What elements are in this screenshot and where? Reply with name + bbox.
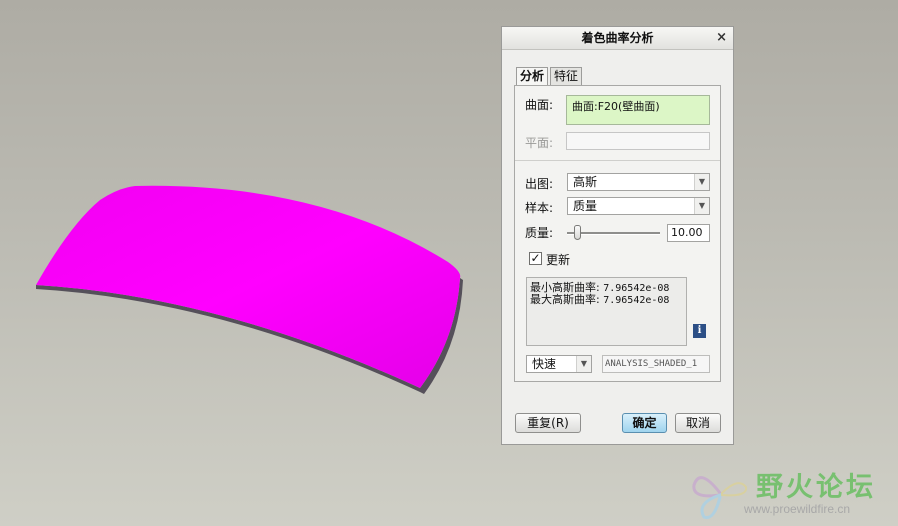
sample-select[interactable]: 质量 ▼ <box>567 197 710 215</box>
watermark-url: www.proewildfire.cn <box>744 502 851 516</box>
watermark: 野火论坛 www.proewildfire.cn <box>686 459 898 526</box>
tab-feature[interactable]: 特征 <box>550 67 583 85</box>
analysis-panel: 曲面: 曲面:F20(壁曲面) 平面: 出图: 高斯 ▼ 样本: 质量 ▼ 质量… <box>514 85 721 382</box>
shaded-curvature-dialog: 着色曲率分析 × 分析 特征 曲面: 曲面:F20(壁曲面) 平面: 出图: 高… <box>501 26 734 445</box>
update-label: 更新 <box>546 253 571 267</box>
quality-label: 质量: <box>525 226 554 240</box>
chevron-down-icon[interactable]: ▼ <box>576 356 591 372</box>
watermark-title: 野火论坛 <box>756 472 876 503</box>
cancel-button[interactable]: 取消 <box>675 413 721 433</box>
ok-button[interactable]: 确定 <box>622 413 667 433</box>
dialog-title: 着色曲率分析 <box>581 31 654 45</box>
model-viewport[interactable] <box>0 0 898 526</box>
repeat-button[interactable]: 重复(R) <box>515 413 581 433</box>
surface-model-svg <box>36 185 705 394</box>
update-checkbox[interactable]: ✓ <box>529 252 542 265</box>
surface-selection-field[interactable]: 曲面:F20(壁曲面) <box>566 95 710 125</box>
analysis-name-field[interactable]: ANALYSIS_SHADED_1 <box>602 355 710 373</box>
max-curvature-value: 7.96542e-08 <box>603 295 670 306</box>
result-row-max: 最大高斯曲率: 7.96542e-08 <box>530 294 683 306</box>
quality-input[interactable]: 10.00 <box>667 224 710 242</box>
output-select-value: 高斯 <box>573 175 598 189</box>
divider <box>515 160 720 161</box>
output-label: 出图: <box>525 177 554 191</box>
results-area: 最小高斯曲率: 7.96542e-08 最大高斯曲率: 7.96542e-08 <box>526 277 687 346</box>
min-curvature-value: 7.96542e-08 <box>603 283 670 294</box>
close-icon[interactable]: × <box>716 27 727 49</box>
plane-selection-field[interactable] <box>566 132 710 150</box>
chevron-down-icon[interactable]: ▼ <box>694 198 709 214</box>
plane-label: 平面: <box>525 136 554 150</box>
dialog-titlebar[interactable]: 着色曲率分析 × <box>502 27 733 50</box>
surface-label: 曲面: <box>525 98 554 112</box>
gaussian-surface[interactable] <box>36 185 461 388</box>
sample-select-value: 质量 <box>573 199 598 213</box>
sample-label: 样本: <box>525 201 554 215</box>
chevron-down-icon[interactable]: ▼ <box>694 174 709 190</box>
quality-slider-handle[interactable] <box>574 225 581 240</box>
tab-strip: 分析 特征 <box>516 67 584 86</box>
info-icon[interactable]: i <box>693 324 706 338</box>
mode-select[interactable]: 快速 ▼ <box>526 355 592 373</box>
output-select[interactable]: 高斯 ▼ <box>567 173 710 191</box>
mode-select-value: 快速 <box>532 357 557 371</box>
tab-analysis[interactable]: 分析 <box>516 67 549 86</box>
max-curvature-label: 最大高斯曲率: <box>530 293 600 306</box>
butterfly-logo-icon <box>692 476 748 520</box>
